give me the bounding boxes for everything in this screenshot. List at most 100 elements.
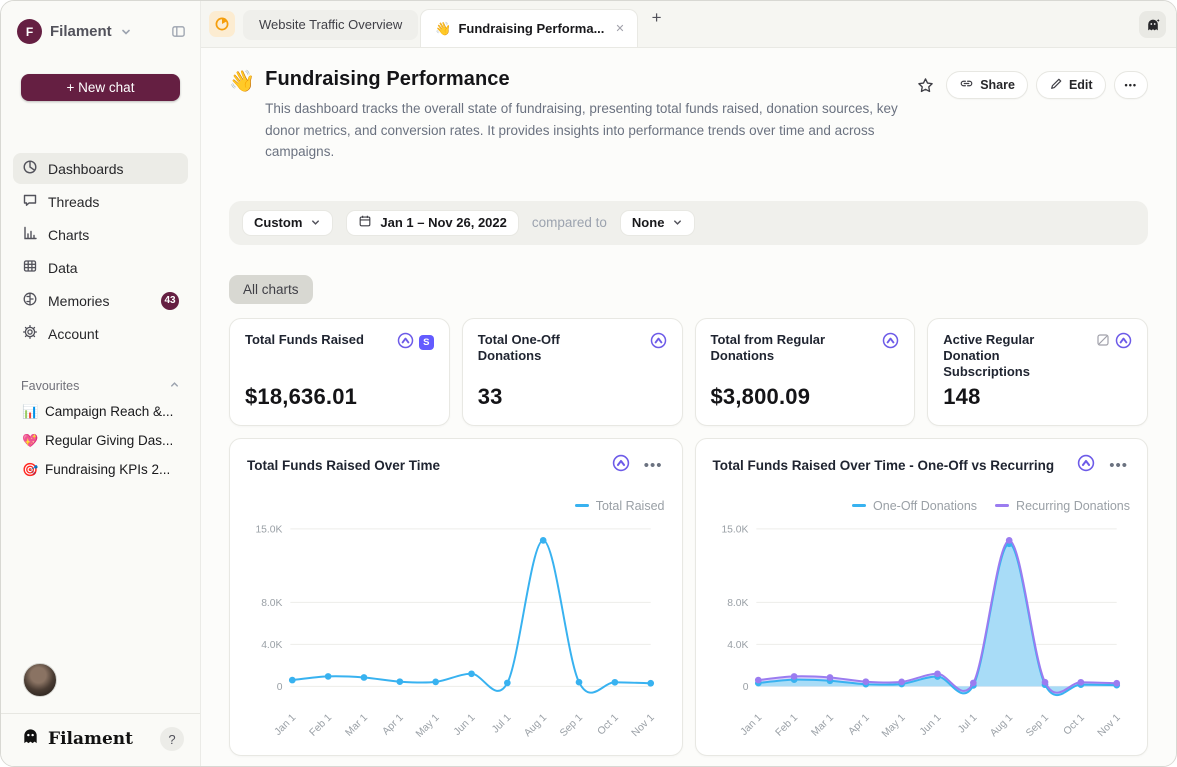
workspace-logo: F: [17, 19, 42, 44]
share-label: Share: [980, 78, 1015, 92]
kpi-title: Total Funds Raised: [245, 332, 364, 348]
sidebar-item-threads[interactable]: Threads: [13, 186, 188, 217]
favourite-item[interactable]: 🎯 Fundraising KPIs 2...: [13, 455, 188, 484]
tab-website-traffic-overview[interactable]: Website Traffic Overview: [243, 10, 418, 40]
sidebar-item-charts[interactable]: Charts: [13, 219, 188, 250]
edit-label: Edit: [1069, 78, 1093, 92]
svg-text:Aug 1: Aug 1: [988, 712, 1015, 739]
help-button[interactable]: ?: [160, 727, 184, 751]
user-avatar[interactable]: [23, 663, 57, 697]
favourite-item[interactable]: 📊 Campaign Reach &...: [13, 397, 188, 426]
svg-text:15.0K: 15.0K: [721, 524, 748, 535]
sidebar-item-memories[interactable]: Memories 43: [13, 285, 188, 316]
sidebar-item-data[interactable]: Data: [13, 252, 188, 283]
new-tab-button[interactable]: +: [652, 8, 662, 28]
all-charts-chip[interactable]: All charts: [229, 275, 313, 304]
compare-select[interactable]: None: [620, 210, 696, 236]
favourite-item[interactable]: 💖 Regular Giving Das...: [13, 426, 188, 455]
area-chart-oneoff-vs-recurring[interactable]: 04.0K8.0K15.0KJan 1Feb 1Mar 1Apr 1May 1J…: [713, 519, 1131, 744]
svg-text:Apr 1: Apr 1: [846, 712, 871, 737]
legend-label: Recurring Donations: [1016, 499, 1130, 513]
bar-chart-icon: [22, 225, 38, 244]
compare-value: None: [632, 215, 665, 230]
new-chat-button[interactable]: + New chat: [21, 74, 180, 101]
svg-text:May 1: May 1: [414, 712, 442, 740]
sidebar-item-label: Dashboards: [48, 161, 124, 177]
chart-more-button[interactable]: •••: [1107, 456, 1130, 475]
kpi-card-active-subscriptions[interactable]: Active Regular Donation Subscriptions 14…: [927, 318, 1148, 426]
header-actions: Share Edit •••: [913, 68, 1148, 99]
svg-text:8.0K: 8.0K: [261, 598, 282, 609]
legend-dash-purple: [995, 504, 1009, 507]
date-range-button[interactable]: Jan 1 – Nov 26, 2022: [346, 210, 518, 236]
edit-button[interactable]: Edit: [1036, 71, 1106, 99]
favourite-item-label: Campaign Reach &...: [45, 404, 173, 419]
compared-to-label: compared to: [532, 215, 607, 230]
sidebar-item-account[interactable]: Account: [13, 318, 188, 349]
chart-card-total-funds-over-time[interactable]: Total Funds Raised Over Time ••• Total R…: [229, 438, 683, 756]
svg-text:Jul 1: Jul 1: [490, 712, 513, 735]
svg-text:Sep 1: Sep 1: [1024, 712, 1051, 739]
workspace-switcher[interactable]: F Filament: [1, 1, 200, 50]
kpi-grid: Total Funds Raised S $18,636.01 Total On…: [229, 318, 1148, 426]
circle-caret-icon: [612, 454, 630, 477]
kpi-value: $18,636.01: [245, 384, 434, 410]
flag-slash-icon: [1096, 333, 1110, 352]
chevron-up-icon[interactable]: [169, 379, 180, 393]
line-chart-total-raised[interactable]: 04.0K8.0K15.0KJan 1Feb 1Mar 1Apr 1May 1J…: [247, 519, 665, 744]
brain-icon: [22, 291, 38, 310]
close-tab-icon[interactable]: ✕: [611, 22, 624, 35]
gear-icon: [22, 324, 38, 343]
share-button[interactable]: Share: [946, 71, 1028, 99]
chart-title: Total Funds Raised Over Time: [247, 458, 440, 473]
svg-text:15.0K: 15.0K: [255, 524, 282, 535]
kpi-value: 33: [478, 384, 667, 410]
sidebar-item-label: Account: [48, 326, 99, 342]
svg-text:May 1: May 1: [880, 712, 908, 740]
circle-caret-icon: [1077, 454, 1095, 477]
kpi-card-total-funds-raised[interactable]: Total Funds Raised S $18,636.01: [229, 318, 450, 426]
svg-text:Sep 1: Sep 1: [558, 712, 585, 739]
svg-text:Mar 1: Mar 1: [344, 712, 371, 739]
table-icon: [22, 258, 38, 277]
favourites-list: 📊 Campaign Reach &... 💖 Regular Giving D…: [1, 397, 200, 484]
workspace-name: Filament: [50, 23, 112, 40]
range-type-select[interactable]: Custom: [242, 210, 333, 236]
heart-emoji-icon: 💖: [22, 433, 38, 449]
svg-text:Nov 1: Nov 1: [1095, 712, 1122, 739]
wave-emoji-icon: 👋: [435, 21, 451, 37]
wave-emoji-icon: 👋: [229, 70, 255, 94]
sidebar-toggle-icon[interactable]: [171, 24, 186, 39]
ellipsis-icon: •••: [1125, 80, 1137, 90]
sidebar-item-dashboards[interactable]: Dashboards: [13, 153, 188, 184]
legend-dash-cyan: [575, 504, 589, 507]
page-title: Fundraising Performance: [265, 68, 913, 91]
svg-text:Jun 1: Jun 1: [917, 712, 943, 738]
kpi-card-total-one-off-donations[interactable]: Total One-Off Donations 33: [462, 318, 683, 426]
sidebar-item-label: Charts: [48, 227, 89, 243]
favourite-star-button[interactable]: [913, 73, 938, 98]
tab-label: Fundraising Performa...: [458, 21, 604, 36]
chart-card-oneoff-vs-recurring[interactable]: Total Funds Raised Over Time - One-Off v…: [695, 438, 1149, 756]
favourites-header[interactable]: Favourites: [21, 379, 180, 393]
tab-fundraising-performance[interactable]: 👋 Fundraising Performa... ✕: [420, 9, 637, 47]
sidebar-footer: Filament ?: [1, 713, 200, 766]
kpi-card-total-regular-donations[interactable]: Total from Regular Donations $3,800.09: [695, 318, 916, 426]
more-options-button[interactable]: •••: [1114, 71, 1148, 99]
assistant-ghost-button[interactable]: [1139, 11, 1166, 38]
chart-grid: Total Funds Raised Over Time ••• Total R…: [229, 438, 1148, 756]
chart-more-button[interactable]: •••: [642, 456, 665, 475]
app-pie-icon-button[interactable]: [209, 11, 235, 37]
chevron-down-icon[interactable]: [120, 26, 132, 38]
chart-legend: One-Off Donations Recurring Donations: [713, 499, 1131, 513]
kpi-value: 148: [943, 384, 1132, 410]
ghost-icon: [21, 727, 40, 751]
link-icon: [959, 76, 974, 94]
svg-text:Jan 1: Jan 1: [738, 712, 764, 738]
favourites-label: Favourites: [21, 379, 79, 393]
svg-text:4.0K: 4.0K: [727, 640, 748, 651]
dashboard-content: 👋 Fundraising Performance This dashboard…: [201, 48, 1176, 766]
main-area: Website Traffic Overview 👋 Fundraising P…: [201, 1, 1176, 766]
chart-emoji-icon: 📊: [22, 404, 38, 420]
chevron-down-icon: [310, 217, 321, 228]
